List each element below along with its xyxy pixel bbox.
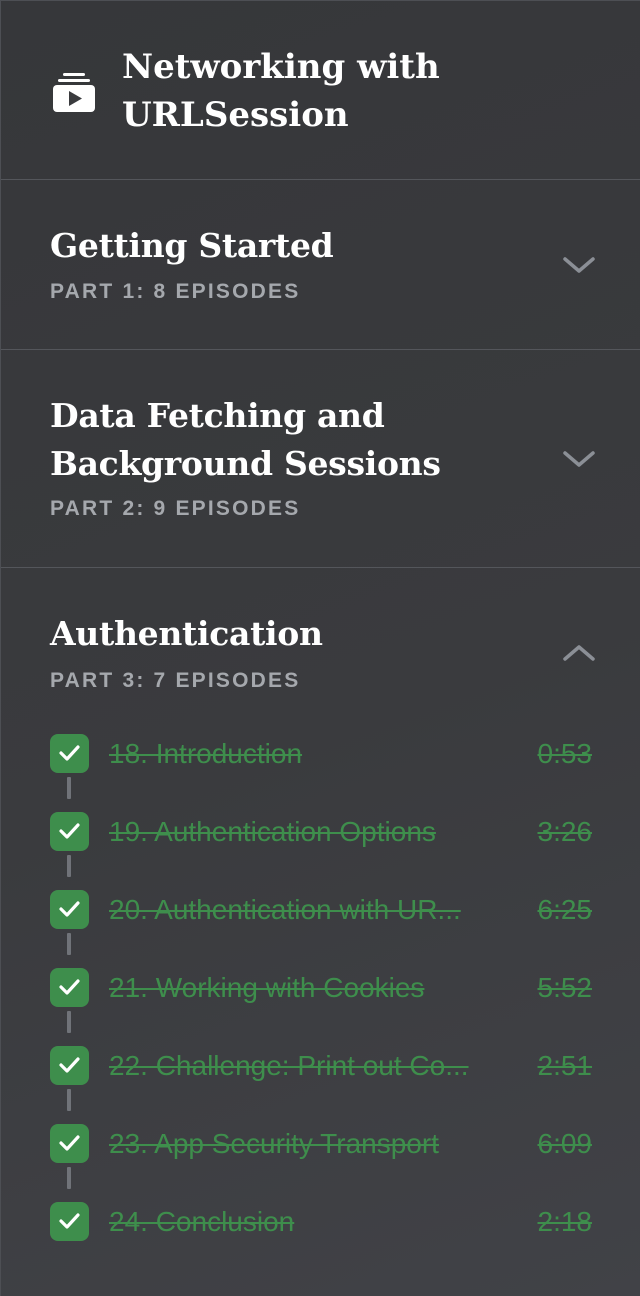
episode-duration: 0:53 xyxy=(537,738,593,769)
completed-check-icon[interactable] xyxy=(50,1124,89,1163)
section-title: Getting Started xyxy=(50,226,334,265)
episode-duration: 6:25 xyxy=(537,894,593,925)
episode-connector xyxy=(67,1089,71,1111)
episode-duration: 3:26 xyxy=(537,816,593,847)
chevron-down-icon[interactable] xyxy=(562,448,596,470)
episode-item[interactable]: 21. Working with Cookies 5:52 xyxy=(1,968,640,1033)
episode-item[interactable]: 22. Challenge: Print out Co... 2:51 xyxy=(1,1046,640,1111)
episode-item[interactable]: 18. Introduction 0:53 xyxy=(1,734,640,799)
section-data-fetching[interactable]: Data Fetching and Background Sessions PA… xyxy=(1,350,640,568)
episode-title[interactable]: 22. Challenge: Print out Co... xyxy=(109,1049,519,1083)
episode-connector xyxy=(67,1011,71,1033)
chevron-down-icon[interactable] xyxy=(562,254,596,276)
episode-title[interactable]: 19. Authentication Options xyxy=(109,815,519,849)
episode-title[interactable]: 23. App Security Transport xyxy=(109,1127,519,1161)
episode-title[interactable]: 20. Authentication with UR... xyxy=(109,893,519,927)
episode-item[interactable]: 24. Conclusion 2:18 xyxy=(1,1202,640,1246)
episode-duration: 5:52 xyxy=(537,972,593,1003)
course-contents-panel: Networking with URLSession Getting Start… xyxy=(0,0,640,1296)
episode-item[interactable]: 20. Authentication with UR... 6:25 xyxy=(1,890,640,955)
episode-title[interactable]: 24. Conclusion xyxy=(109,1205,519,1239)
section-title: Authentication xyxy=(50,614,323,653)
course-title: Networking with URLSession xyxy=(122,47,440,135)
episode-connector xyxy=(67,1167,71,1189)
episode-connector xyxy=(67,777,71,799)
completed-check-icon[interactable] xyxy=(50,968,89,1007)
completed-check-icon[interactable] xyxy=(50,734,89,773)
completed-check-icon[interactable] xyxy=(50,1046,89,1085)
episode-list: 18. Introduction 0:53 19. Authentication… xyxy=(1,734,640,1254)
episode-duration: 2:18 xyxy=(537,1206,593,1237)
episode-duration: 2:51 xyxy=(537,1050,593,1081)
chevron-up-icon[interactable] xyxy=(562,642,596,664)
section-getting-started[interactable]: Getting Started PART 1: 8 EPISODES xyxy=(1,180,640,350)
episode-item[interactable]: 19. Authentication Options 3:26 xyxy=(1,812,640,877)
video-course-icon xyxy=(53,73,95,112)
section-authentication[interactable]: Authentication PART 3: 7 EPISODES 18. In… xyxy=(1,568,640,1296)
episode-connector xyxy=(67,933,71,955)
completed-check-icon[interactable] xyxy=(50,812,89,851)
section-subtitle: PART 3: 7 EPISODES xyxy=(50,669,301,692)
section-subtitle: PART 2: 9 EPISODES xyxy=(50,497,301,520)
completed-check-icon[interactable] xyxy=(50,890,89,929)
course-header: Networking with URLSession xyxy=(1,1,640,180)
section-subtitle: PART 1: 8 EPISODES xyxy=(50,280,301,303)
episode-connector xyxy=(67,855,71,877)
completed-check-icon[interactable] xyxy=(50,1202,89,1241)
episode-duration: 6:09 xyxy=(537,1128,593,1159)
episode-item[interactable]: 23. App Security Transport 6:09 xyxy=(1,1124,640,1189)
episode-title[interactable]: 18. Introduction xyxy=(109,737,519,771)
section-title: Data Fetching and Background Sessions xyxy=(50,396,441,483)
episode-title[interactable]: 21. Working with Cookies xyxy=(109,971,519,1005)
